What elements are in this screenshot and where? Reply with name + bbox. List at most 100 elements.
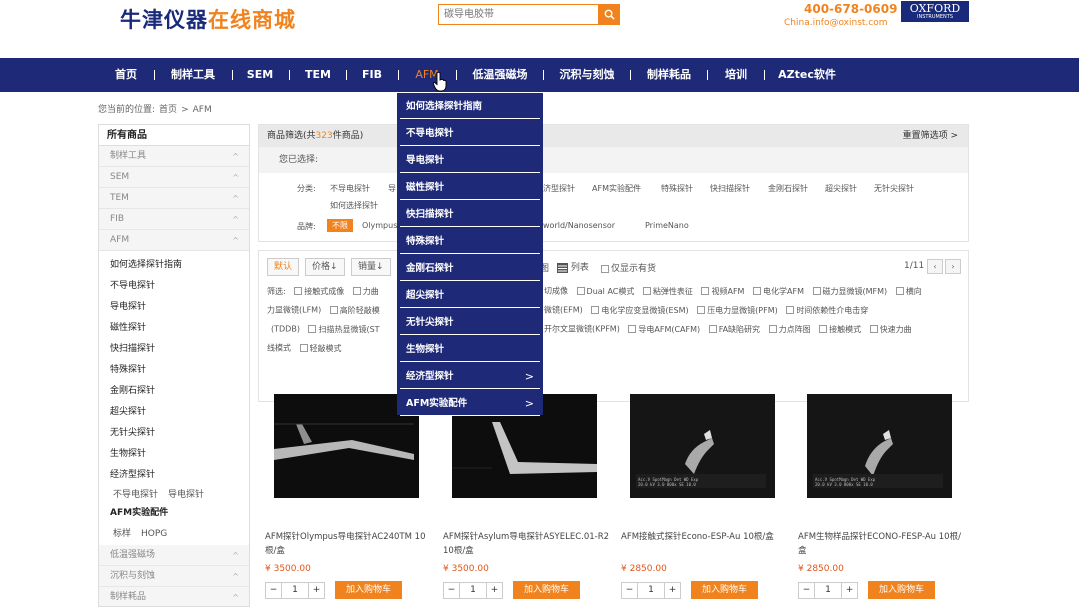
- sidebar-cat-low-temp[interactable]: 低温强磁场 ^: [99, 545, 249, 566]
- sidebar-item-tipless[interactable]: 无针尖探针: [99, 423, 249, 444]
- filter-category-special[interactable]: 特殊探针: [661, 183, 693, 194]
- filter-category-nonconductive[interactable]: 不导电探针: [330, 183, 370, 194]
- filter-category-fast-scan[interactable]: 快扫描探针: [710, 183, 750, 194]
- nav-sem[interactable]: SEM: [243, 58, 277, 92]
- next-page-button[interactable]: ›: [945, 259, 961, 274]
- dropdown-item-tipless[interactable]: 无针尖探针: [400, 311, 540, 335]
- sort-default-button[interactable]: 默认: [267, 258, 300, 276]
- feature-opt[interactable]: 线模式: [267, 344, 291, 353]
- feature-opt[interactable]: 微镜(EFM): [544, 306, 583, 315]
- feature-opt[interactable]: 扫描热显微镜(ST: [308, 325, 380, 334]
- filter-category-accessories[interactable]: AFM实验配件: [592, 183, 641, 194]
- brand-filter-olympus[interactable]: Olympus: [362, 221, 397, 230]
- sidebar-acc-hopg[interactable]: HOPG: [141, 529, 167, 539]
- search-input[interactable]: [439, 5, 599, 24]
- breadcrumb-home[interactable]: 首页: [159, 105, 177, 115]
- qty-value[interactable]: 1: [283, 583, 307, 598]
- brand-filter-all[interactable]: 不限: [327, 219, 353, 232]
- view-list-toggle[interactable]: 列表: [557, 260, 589, 273]
- feature-opt[interactable]: 接触模式: [819, 325, 861, 334]
- add-to-cart-button[interactable]: 加入购物车: [691, 581, 758, 599]
- sidebar-item-special[interactable]: 特殊探针: [99, 360, 249, 381]
- dropdown-item-fast-scan[interactable]: 快扫描探针: [400, 203, 540, 227]
- feature-opt[interactable]: 高阶轻敲模: [329, 306, 380, 315]
- sort-sales-button[interactable]: 销量↓: [351, 258, 391, 276]
- qty-decrease-button[interactable]: −: [444, 583, 460, 598]
- dropdown-item-diamond[interactable]: 金刚石探针: [400, 257, 540, 281]
- sidebar-item-fast-scan[interactable]: 快扫描探针: [99, 339, 249, 360]
- filter-category-diamond[interactable]: 金刚石探针: [768, 183, 808, 194]
- qty-decrease-button[interactable]: −: [266, 583, 282, 598]
- qty-value[interactable]: 1: [639, 583, 663, 598]
- feature-opt[interactable]: 横向: [895, 287, 922, 296]
- nav-tem[interactable]: TEM: [300, 58, 336, 92]
- feature-opt[interactable]: 磁力显微镜(MFM): [812, 287, 887, 296]
- product-image[interactable]: Acc.V SpotMagn Det WD Exp 20.0 kV 3.0 800…: [630, 394, 775, 498]
- product-name[interactable]: AFM探针Asylum导电探针ASYELEC.01-R2 10根/盒: [443, 530, 613, 558]
- feature-opt[interactable]: 力曲: [352, 287, 379, 296]
- nav-low-temp[interactable]: 低温强磁场: [467, 58, 533, 92]
- nav-fib[interactable]: FIB: [357, 58, 387, 92]
- nav-home[interactable]: 首页: [108, 58, 144, 92]
- feature-opt[interactable]: 切成像: [544, 287, 568, 296]
- nav-deposition[interactable]: 沉积与刻蚀: [554, 58, 620, 92]
- brand-filter-primenano[interactable]: PrimeNano: [645, 221, 689, 230]
- dropdown-item-magnetic[interactable]: 磁性探针: [400, 176, 540, 200]
- product-name[interactable]: AFM接触式探针Econo-ESP-Au 10根/盒: [621, 530, 791, 544]
- sidebar-econ-conductive[interactable]: 导电探针: [168, 490, 204, 500]
- brand-filter-nanoworld[interactable]: world/Nanosensor: [543, 221, 615, 230]
- sidebar-item-economy[interactable]: 经济型探针: [99, 465, 249, 486]
- filter-category-conductive[interactable]: 导: [388, 183, 396, 194]
- product-image[interactable]: Acc.V SpotMagn Det WD Exp 20.0 kV 3.0 800…: [807, 394, 952, 498]
- sidebar-cat-afm[interactable]: AFM ^: [99, 230, 249, 251]
- feature-opt[interactable]: 导电AFM(CAFM): [628, 325, 700, 334]
- add-to-cart-button[interactable]: 加入购物车: [513, 581, 580, 599]
- sidebar-item-conductive[interactable]: 导电探针: [99, 297, 249, 318]
- feature-opt[interactable]: Dual AC模式: [576, 287, 634, 296]
- filter-category-guide[interactable]: 如何选择探针: [330, 200, 378, 211]
- email-address[interactable]: China.info@oxinst.com: [784, 18, 888, 28]
- stock-only-checkbox[interactable]: 仅显示有货: [601, 261, 656, 274]
- feature-opt[interactable]: 轻敲模式: [299, 344, 342, 353]
- feature-opt[interactable]: 快速力曲: [869, 325, 912, 334]
- feature-opt[interactable]: 压电力显微镜(PFM): [697, 306, 778, 315]
- sidebar-cat-fib[interactable]: FIB ^: [99, 209, 249, 230]
- product-name[interactable]: AFM探针Olympus导电探针AC240TM 10根/盒: [265, 530, 435, 558]
- sidebar-cat-prep-tools[interactable]: 制样工具 ^: [99, 146, 249, 167]
- feature-opt[interactable]: 接触式成像: [294, 287, 344, 296]
- filter-category-ultra-sharp[interactable]: 超尖探针: [825, 183, 857, 194]
- nav-training[interactable]: 培训: [718, 58, 754, 92]
- qty-increase-button[interactable]: +: [841, 583, 857, 598]
- reset-filters-link[interactable]: 重置筛选项 >: [903, 125, 958, 147]
- dropdown-item-ultra-sharp[interactable]: 超尖探针: [400, 284, 540, 308]
- sidebar-cat-consumables[interactable]: 制样耗品 ^: [99, 587, 249, 606]
- feature-opt[interactable]: 开尔文显微镜(KPFM): [544, 325, 620, 334]
- feature-opt[interactable]: 视频AFM: [701, 287, 744, 296]
- qty-increase-button[interactable]: +: [664, 583, 680, 598]
- feature-opt[interactable]: FA缺陷研究: [708, 325, 760, 334]
- qty-increase-button[interactable]: +: [486, 583, 502, 598]
- feature-opt[interactable]: 电化学AFM: [753, 287, 804, 296]
- sidebar-item-bio[interactable]: 生物探针: [99, 444, 249, 465]
- sidebar-acc-standard[interactable]: 标样: [113, 529, 131, 539]
- filter-category-economy[interactable]: 济型探针: [543, 183, 575, 194]
- sidebar-item-magnetic[interactable]: 磁性探针: [99, 318, 249, 339]
- qty-value[interactable]: 1: [461, 583, 485, 598]
- filter-category-tipless[interactable]: 无针尖探针: [874, 183, 914, 194]
- sidebar-cat-sem[interactable]: SEM ^: [99, 167, 249, 188]
- dropdown-item-special[interactable]: 特殊探针: [400, 230, 540, 254]
- search-button[interactable]: [598, 4, 620, 25]
- dropdown-item-nonconductive[interactable]: 不导电探针: [400, 122, 540, 146]
- qty-decrease-button[interactable]: −: [622, 583, 638, 598]
- sidebar-item-nonconductive[interactable]: 不导电探针: [99, 276, 249, 297]
- nav-prep-tools[interactable]: 制样工具: [165, 58, 221, 92]
- feature-opt[interactable]: 粘弹性表征: [642, 287, 693, 296]
- sidebar-item-guide[interactable]: 如何选择探针指南: [99, 255, 249, 276]
- dropdown-item-bio[interactable]: 生物探针: [400, 338, 540, 362]
- qty-value[interactable]: 1: [816, 583, 840, 598]
- dropdown-item-economy[interactable]: 经济型探针 >: [400, 365, 540, 389]
- nav-aztec[interactable]: AZtec软件: [775, 58, 839, 92]
- nav-consumables[interactable]: 制样耗品: [641, 58, 697, 92]
- feature-opt[interactable]: 力显微镜(LFM): [267, 306, 321, 315]
- feature-opt[interactable]: (TDDB): [271, 325, 300, 334]
